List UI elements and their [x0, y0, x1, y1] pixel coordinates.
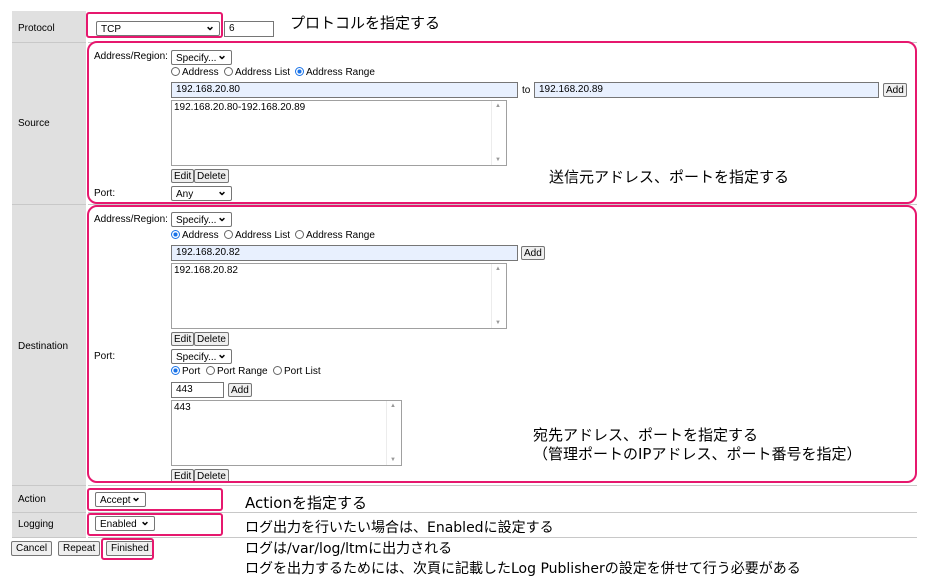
action-row-label: Action: [12, 486, 86, 513]
logging-annotation-line3: ログを出力するためには、次頁に記載したLog Publisherの設定を併せて行…: [245, 561, 801, 577]
cancel-button[interactable]: Cancel: [11, 541, 53, 556]
action-label: Action: [18, 494, 46, 505]
logging-annotation-line1: ログ出力を行いたい場合は、Enabledに設定する: [245, 520, 554, 536]
dest-annotation-line1: 宛先アドレス、ポートを指定する: [533, 426, 759, 444]
logging-highlight: [87, 513, 223, 536]
action-annotation: Actionを指定する: [245, 494, 367, 512]
source-highlight: [87, 41, 917, 204]
logging-row-label: Logging: [12, 513, 86, 538]
protocol-highlight: [86, 12, 223, 38]
source-row-label: Source: [12, 43, 86, 205]
protocol-number-input[interactable]: 6: [224, 21, 274, 37]
destination-label: Destination: [18, 341, 69, 352]
destination-highlight: [87, 205, 917, 483]
source-annotation: 送信元アドレス、ポートを指定する: [549, 168, 790, 186]
finished-highlight: [101, 538, 154, 560]
dest-annotation-line2: （管理ポートのIPアドレス、ポート番号を指定）: [533, 445, 862, 463]
source-label: Source: [18, 118, 50, 129]
protocol-row-label: Protocol: [12, 11, 86, 43]
destination-row-label: Destination: [12, 205, 86, 486]
logging-annotation-line2: ログは/var/log/ltmに出力される: [245, 541, 453, 557]
protocol-annotation: プロトコルを指定する: [290, 14, 441, 32]
action-highlight: [87, 488, 223, 511]
protocol-label: Protocol: [18, 23, 55, 34]
repeat-button[interactable]: Repeat: [58, 541, 101, 556]
logging-label: Logging: [18, 519, 54, 530]
